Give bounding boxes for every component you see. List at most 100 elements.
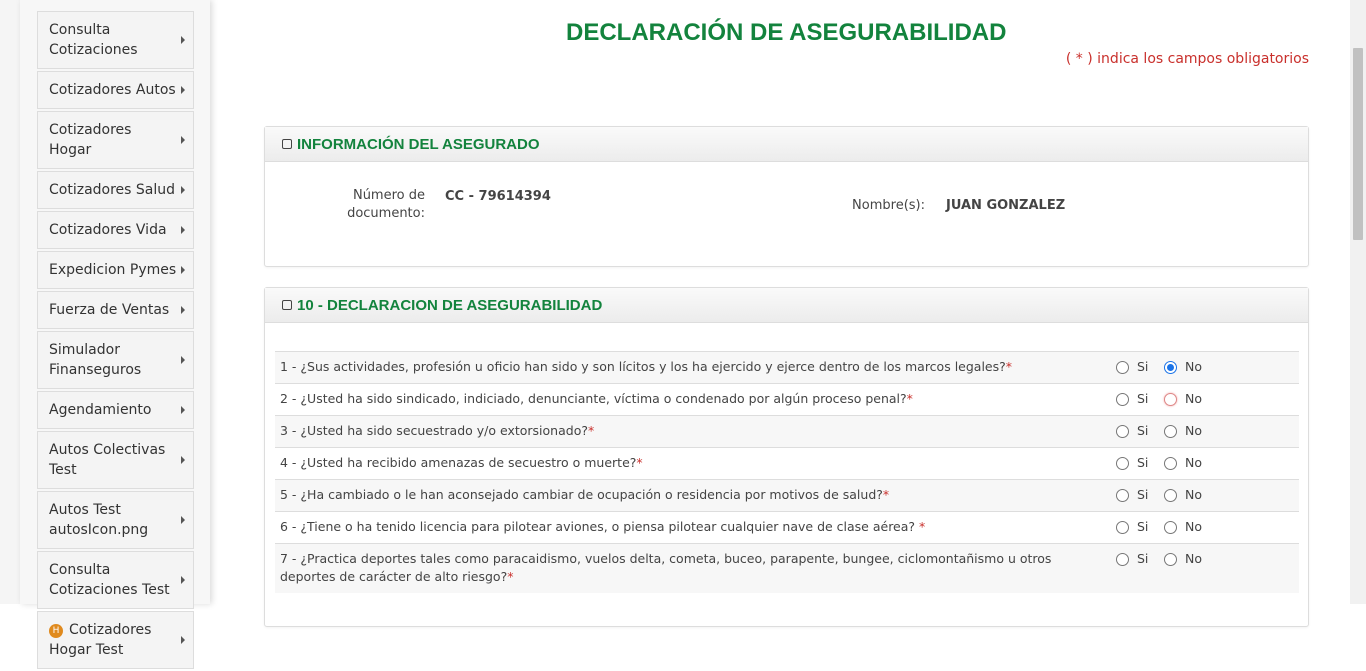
question-label: 5 - ¿Ha cambiado o le han aconsejado cam… — [280, 487, 883, 502]
caret-right-icon — [181, 86, 185, 94]
sidebar-item[interactable]: Autos Colectivas Test — [37, 431, 194, 489]
sidebar-item-label: Autos Colectivas Test — [49, 442, 166, 478]
radio-no-label: No — [1185, 519, 1202, 534]
required-mark: * — [636, 455, 643, 470]
radio-yes[interactable] — [1116, 457, 1129, 470]
radio-yes[interactable] — [1116, 361, 1129, 374]
caret-right-icon — [181, 456, 185, 464]
caret-right-icon — [181, 306, 185, 314]
radio-no-label: No — [1185, 487, 1202, 502]
caret-right-icon — [181, 136, 185, 144]
question-label: 1 - ¿Sus actividades, profesión u oficio… — [280, 359, 1006, 374]
question-label: 2 - ¿Usted ha sido sindicado, indiciado,… — [280, 391, 907, 406]
scrollbar-thumb[interactable] — [1353, 48, 1363, 240]
question-row: 3 - ¿Usted ha sido secuestrado y/o extor… — [275, 415, 1299, 448]
sidebar-item-label: Consulta Cotizaciones — [49, 22, 138, 58]
radio-no-label: No — [1185, 551, 1202, 566]
sidebar-item[interactable]: Consulta Cotizaciones — [37, 11, 194, 69]
caret-right-icon — [181, 36, 185, 44]
edit-icon — [282, 139, 292, 149]
radio-no[interactable] — [1164, 425, 1177, 438]
question-label: 3 - ¿Usted ha sido secuestrado y/o extor… — [280, 423, 588, 438]
question-row: 1 - ¿Sus actividades, profesión u oficio… — [275, 351, 1299, 384]
caret-right-icon — [181, 576, 185, 584]
radio-no[interactable] — [1164, 521, 1177, 534]
radio-yes-label: Si — [1137, 359, 1149, 374]
sidebar-item-label: Cotizadores Salud — [49, 182, 176, 198]
sidebar-item[interactable]: Cotizadores Salud — [37, 171, 194, 209]
question-label: 6 - ¿Tiene o ha tenido licencia para pil… — [280, 519, 920, 534]
sidebar: Consulta Cotizaciones Cotizadores Autos Co… — [20, 0, 210, 669]
option-yes[interactable]: Si — [1111, 543, 1159, 593]
sidebar-item[interactable]: H Cotizadores Hogar Test — [37, 611, 194, 669]
radio-yes-label: Si — [1137, 551, 1149, 566]
radio-yes[interactable] — [1116, 553, 1129, 566]
option-no[interactable]: No — [1159, 415, 1299, 448]
question-text: 5 - ¿Ha cambiado o le han aconsejado cam… — [275, 479, 1111, 512]
radio-no[interactable] — [1164, 393, 1177, 406]
sidebar-item[interactable]: Simulador Finanseguros — [37, 331, 194, 389]
required-mark: * — [1005, 359, 1013, 374]
required-mark: * — [587, 423, 595, 438]
question-row: 6 - ¿Tiene o ha tenido licencia para pil… — [275, 511, 1299, 544]
name-label: Nombre(s): — [852, 198, 925, 213]
document-value: CC - 79614394 — [445, 189, 551, 204]
question-row: 2 - ¿Usted ha sido sindicado, indiciado,… — [275, 383, 1299, 416]
radio-yes[interactable] — [1116, 393, 1129, 406]
radio-no-label: No — [1185, 455, 1202, 470]
radio-no-label: No — [1185, 359, 1202, 374]
option-yes[interactable]: Si — [1111, 447, 1159, 480]
required-mark: * — [507, 569, 514, 584]
option-yes[interactable]: Si — [1111, 351, 1159, 384]
required-mark: * — [919, 519, 926, 534]
option-yes[interactable]: Si — [1111, 415, 1159, 448]
option-no[interactable]: No — [1159, 511, 1299, 544]
option-no[interactable]: No — [1159, 351, 1299, 384]
option-yes[interactable]: Si — [1111, 479, 1159, 512]
radio-no[interactable] — [1164, 553, 1177, 566]
sidebar-item-label: Cotizadores Hogar — [49, 122, 132, 158]
questions-table: 1 - ¿Sus actividades, profesión u oficio… — [275, 351, 1299, 593]
page-background — [0, 0, 20, 604]
edit-icon — [282, 300, 292, 310]
option-no[interactable]: No — [1159, 383, 1299, 416]
sidebar-item[interactable]: Agendamiento — [37, 391, 194, 429]
question-text: 4 - ¿Usted ha recibido amenazas de secue… — [275, 447, 1111, 480]
question-label: 7 - ¿Practica deportes tales como paraca… — [280, 551, 1052, 584]
radio-no[interactable] — [1164, 361, 1177, 374]
radio-no[interactable] — [1164, 457, 1177, 470]
sidebar-item[interactable]: Cotizadores Hogar — [37, 111, 194, 169]
option-no[interactable]: No — [1159, 447, 1299, 480]
page-title: DECLARACIÓN DE ASEGURABILIDAD — [566, 19, 1007, 46]
radio-no[interactable] — [1164, 489, 1177, 502]
question-row: 7 - ¿Practica deportes tales como paraca… — [275, 543, 1299, 593]
question-text: 7 - ¿Practica deportes tales como paraca… — [275, 543, 1111, 593]
option-yes[interactable]: Si — [1111, 383, 1159, 416]
sidebar-item[interactable]: Fuerza de Ventas — [37, 291, 194, 329]
radio-yes[interactable] — [1116, 489, 1129, 502]
declaration-panel: 10 - DECLARACION DE ASEGURABILIDAD 1 - ¿… — [264, 287, 1309, 627]
sidebar-item[interactable]: Autos Test autosIcon.png — [37, 491, 194, 549]
sidebar-item-label: Cotizadores Hogar Test — [49, 622, 152, 658]
document-label: Número de documento: — [347, 188, 425, 221]
question-row: 4 - ¿Usted ha recibido amenazas de secue… — [275, 447, 1299, 480]
radio-yes[interactable] — [1116, 521, 1129, 534]
sidebar-item[interactable]: Expedicion Pymes — [37, 251, 194, 289]
sidebar-menu: Consulta Cotizaciones Cotizadores Autos Co… — [37, 11, 194, 671]
option-yes[interactable]: Si — [1111, 511, 1159, 544]
scrollbar[interactable] — [1350, 0, 1366, 604]
option-no[interactable]: No — [1159, 543, 1299, 593]
radio-yes-label: Si — [1137, 455, 1149, 470]
sidebar-item[interactable]: Cotizadores Autos — [37, 71, 194, 109]
sidebar-item-label: Agendamiento — [49, 402, 152, 418]
caret-right-icon — [181, 356, 185, 364]
sidebar-item-label: Consulta Cotizaciones Test — [49, 562, 170, 598]
sidebar-item[interactable]: Consulta Cotizaciones Test — [37, 551, 194, 609]
caret-right-icon — [181, 636, 185, 644]
radio-yes[interactable] — [1116, 425, 1129, 438]
sidebar-item-label: Expedicion Pymes — [49, 262, 177, 278]
sidebar-item[interactable]: Cotizadores Vida — [37, 211, 194, 249]
option-no[interactable]: No — [1159, 479, 1299, 512]
question-label: 4 - ¿Usted ha recibido amenazas de secue… — [280, 455, 637, 470]
caret-right-icon — [181, 186, 185, 194]
